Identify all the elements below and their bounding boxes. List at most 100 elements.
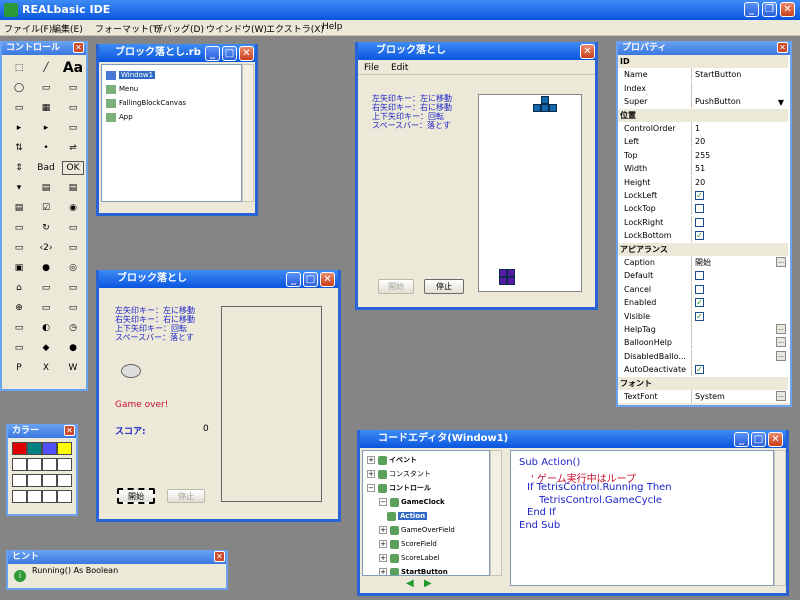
- color-swatch[interactable]: [42, 474, 57, 487]
- editor-close-button[interactable]: ✕: [768, 432, 783, 447]
- prop-value[interactable]: [691, 282, 787, 296]
- project-minimize-button[interactable]: _: [205, 46, 220, 61]
- prop-value[interactable]: ✓: [691, 363, 787, 377]
- browser-item[interactable]: + GameOverField: [379, 523, 455, 537]
- code-scrollbar[interactable]: [774, 450, 786, 586]
- tool-icon-43[interactable]: ◆: [35, 339, 57, 358]
- prop-checkbox[interactable]: [695, 284, 704, 294]
- browser-item[interactable]: + ScoreField: [379, 537, 437, 551]
- prop-value[interactable]: 1: [691, 122, 787, 135]
- colors-close-icon[interactable]: ✕: [64, 425, 75, 436]
- prop-row[interactable]: TextFont System...: [618, 390, 788, 403]
- tool-icon-4[interactable]: ▭: [35, 79, 57, 98]
- prop-checkbox[interactable]: ✓: [695, 311, 704, 321]
- color-swatch[interactable]: [42, 458, 57, 471]
- prop-row[interactable]: LockTop: [618, 202, 788, 216]
- tool-icon-17[interactable]: OK: [62, 161, 84, 175]
- tool-icon-32[interactable]: ◎: [62, 259, 84, 278]
- color-swatch[interactable]: [12, 442, 27, 455]
- prop-value[interactable]: [691, 202, 787, 216]
- color-swatch[interactable]: [57, 490, 72, 503]
- prop-checkbox[interactable]: ✓: [695, 231, 704, 241]
- tool-icon-19[interactable]: ▤: [35, 179, 57, 198]
- prop-row[interactable]: ControlOrder 1: [618, 122, 788, 135]
- expand-icon[interactable]: +: [379, 568, 387, 575]
- prop-row[interactable]: Width 51: [618, 162, 788, 176]
- color-swatch[interactable]: [57, 474, 72, 487]
- tool-icon-26[interactable]: ▭: [62, 219, 84, 238]
- tool-icon-31[interactable]: ●: [35, 259, 57, 278]
- prop-row[interactable]: LockBottom ✓: [618, 229, 788, 243]
- ellipsis-button[interactable]: ...: [776, 324, 786, 334]
- tool-icon-14[interactable]: ⇌: [62, 139, 84, 158]
- expand-icon[interactable]: +: [379, 554, 387, 562]
- tool-icon-18[interactable]: ▾: [8, 179, 30, 198]
- controls-close-icon[interactable]: ✕: [73, 42, 84, 53]
- editor-minimize-button[interactable]: _: [734, 432, 749, 447]
- tool-icon-20[interactable]: ▤: [62, 179, 84, 198]
- color-swatch[interactable]: [27, 490, 42, 503]
- tool-icon-11[interactable]: ▭: [62, 119, 84, 138]
- tool-icon-44[interactable]: ●: [62, 339, 84, 358]
- tool-icon-40[interactable]: ◐: [35, 319, 57, 338]
- prop-value[interactable]: [691, 349, 787, 363]
- prop-value[interactable]: 開始: [691, 256, 787, 269]
- ellipsis-button[interactable]: ...: [776, 257, 786, 267]
- tool-icon-35[interactable]: ▭: [62, 279, 84, 298]
- tool-icon-42[interactable]: ▭: [8, 339, 30, 358]
- tool-icon-2[interactable]: Aa: [62, 59, 84, 78]
- project-maximize-button[interactable]: □: [222, 46, 237, 61]
- prop-value[interactable]: [691, 215, 787, 229]
- design-close-button[interactable]: ✕: [320, 272, 335, 287]
- browser-item[interactable]: − コントロール: [367, 481, 431, 495]
- tool-icon-30[interactable]: ▣: [8, 259, 30, 278]
- prop-checkbox[interactable]: ✓: [695, 365, 704, 375]
- color-swatch[interactable]: [42, 490, 57, 503]
- tool-icon-6[interactable]: ▭: [8, 99, 30, 118]
- menu-4[interactable]: ウインドウ(W): [206, 22, 267, 35]
- prop-row[interactable]: Visible ✓: [618, 309, 788, 323]
- design-stop-button[interactable]: 停止: [167, 489, 205, 503]
- tool-icon-36[interactable]: ⊕: [8, 299, 30, 318]
- prop-checkbox[interactable]: [695, 217, 704, 227]
- hint-close-icon[interactable]: ✕: [214, 551, 225, 562]
- tool-icon-16[interactable]: Bad: [35, 159, 57, 178]
- run-start-button[interactable]: 開始: [378, 279, 414, 294]
- color-swatch[interactable]: [12, 490, 27, 503]
- tool-icon-0[interactable]: ⬚: [8, 59, 30, 78]
- tool-icon-33[interactable]: ⌂: [8, 279, 30, 298]
- prop-row[interactable]: Caption 開始...: [618, 256, 788, 269]
- project-item[interactable]: Menu: [106, 83, 138, 96]
- tool-icon-15[interactable]: ⇕: [8, 159, 30, 178]
- color-swatch[interactable]: [12, 458, 27, 471]
- project-scrollbar[interactable]: [242, 64, 254, 202]
- tool-icon-22[interactable]: ☑: [35, 199, 57, 218]
- design-start-button[interactable]: 開始: [117, 488, 155, 504]
- tool-icon-34[interactable]: ▭: [35, 279, 57, 298]
- tool-icon-24[interactable]: ▭: [8, 219, 30, 238]
- tool-icon-13[interactable]: •: [35, 139, 57, 158]
- tool-icon-27[interactable]: ▭: [8, 239, 30, 258]
- browser-item[interactable]: + イベント: [367, 453, 417, 467]
- prop-row[interactable]: BalloonHelp...: [618, 336, 788, 350]
- browser-item[interactable]: + StartButton: [379, 565, 448, 575]
- project-item[interactable]: Window1: [106, 69, 156, 82]
- prop-checkbox[interactable]: [695, 204, 704, 214]
- prop-row[interactable]: Cancel: [618, 282, 788, 296]
- prop-row[interactable]: Index: [618, 81, 788, 95]
- color-swatch[interactable]: [57, 442, 72, 455]
- prop-value[interactable]: ✓: [691, 296, 787, 310]
- close-button[interactable]: ✕: [780, 2, 795, 17]
- menu-3[interactable]: デバッグ(D): [154, 22, 204, 35]
- prop-row[interactable]: Super PushButton ▼: [618, 95, 788, 109]
- prop-value[interactable]: 20: [691, 135, 787, 149]
- code-area[interactable]: Sub Action() ' ゲーム実行中はループ If TetrisContr…: [510, 450, 774, 586]
- tool-icon-47[interactable]: W: [62, 359, 84, 378]
- run-menu-file[interactable]: File: [364, 63, 379, 73]
- design-minimize-button[interactable]: _: [286, 272, 301, 287]
- tool-icon-41[interactable]: ◷: [62, 319, 84, 338]
- editor-maximize-button[interactable]: □: [751, 432, 766, 447]
- prop-value[interactable]: [691, 81, 787, 95]
- prop-row[interactable]: Height 20: [618, 175, 788, 189]
- expand-icon[interactable]: +: [367, 470, 375, 478]
